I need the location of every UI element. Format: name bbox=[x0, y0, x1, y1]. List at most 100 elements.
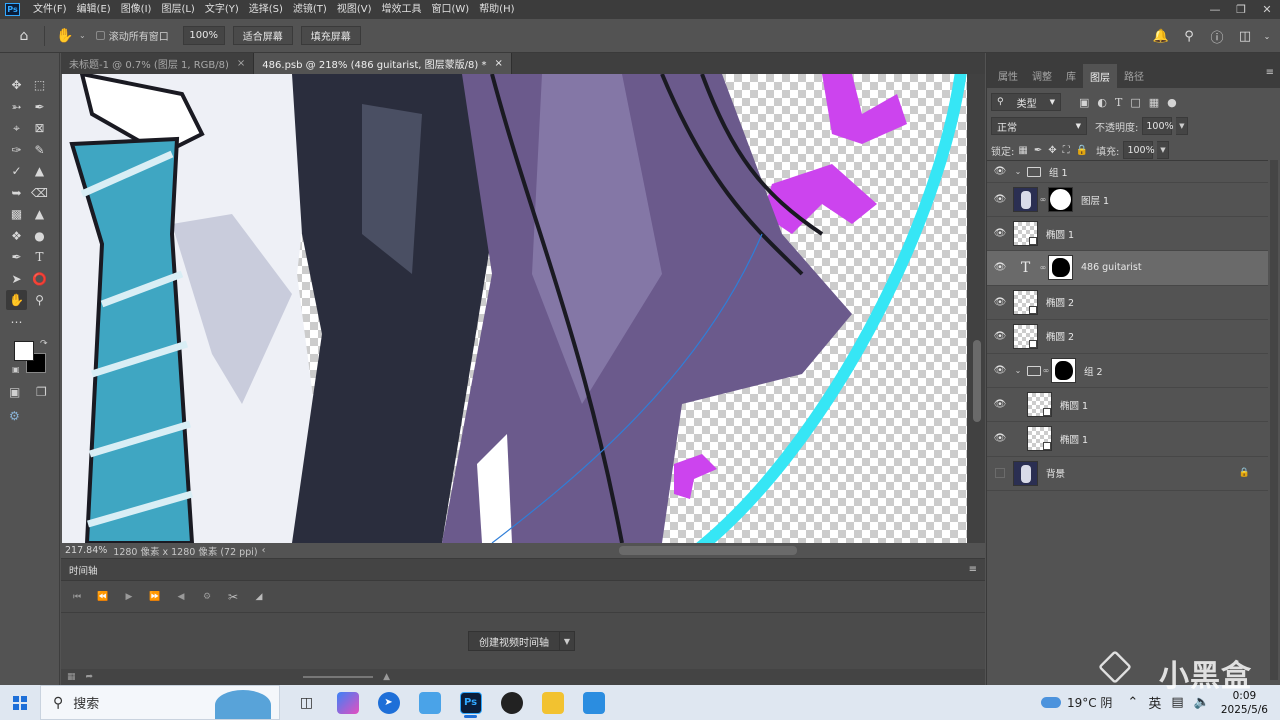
tab-properties[interactable]: 属性 bbox=[991, 64, 1025, 86]
menu-help[interactable]: 帮助(H) bbox=[474, 0, 519, 19]
adjustment-filter-icon[interactable]: ◐ bbox=[1097, 96, 1107, 109]
obs-icon[interactable] bbox=[491, 685, 532, 720]
panel-menu-icon[interactable]: ≡ bbox=[1266, 67, 1274, 78]
chevron-down-icon[interactable]: ⌄ bbox=[1262, 25, 1272, 47]
bell-icon[interactable]: 🔔 bbox=[1150, 25, 1172, 47]
doc-tab-untitled[interactable]: 未标题-1 @ 0.7% (图层 1, RGB/8) × bbox=[61, 53, 255, 74]
home-icon[interactable]: ⌂ bbox=[10, 23, 38, 49]
gradient-tool-icon[interactable]: ▩ bbox=[6, 204, 27, 224]
split-scissors-icon[interactable]: ✂ bbox=[223, 587, 243, 607]
go-to-first-frame-icon[interactable]: ⏮ bbox=[67, 587, 87, 607]
volume-icon[interactable]: 🔈 bbox=[1194, 695, 1210, 710]
layer-item[interactable]: 👁 椭圆 2 bbox=[987, 320, 1268, 354]
shape-filter-icon[interactable]: □ bbox=[1130, 96, 1140, 109]
layers-scrollbar[interactable] bbox=[1270, 160, 1278, 680]
menu-window[interactable]: 窗口(W) bbox=[426, 0, 474, 19]
history-brush-tool-icon[interactable]: ➥ bbox=[6, 183, 27, 203]
type-filter-icon[interactable]: T bbox=[1115, 96, 1122, 109]
layer-filter-select[interactable]: ⚲ 类型 ▼ bbox=[991, 93, 1061, 111]
hand-tool-icon[interactable]: ✋ bbox=[51, 23, 79, 49]
tab-paths[interactable]: 路径 bbox=[1117, 64, 1151, 86]
network-icon[interactable]: ▤ bbox=[1171, 695, 1183, 710]
fill-screen-button[interactable]: 填充屏幕 bbox=[300, 26, 361, 45]
ime-indicator[interactable]: 英 bbox=[1148, 693, 1161, 712]
tab-libraries[interactable]: 库 bbox=[1059, 64, 1083, 86]
layer-background[interactable]: 背景 🔒 bbox=[987, 457, 1268, 491]
link-icon[interactable]: ∞ bbox=[1041, 366, 1051, 375]
smart-object-filter-icon[interactable]: ▦ bbox=[1149, 96, 1159, 109]
eye-icon[interactable]: 👁 bbox=[987, 433, 1013, 444]
taskbar-search[interactable]: ⚲ 搜索 bbox=[40, 685, 280, 720]
menu-plugins[interactable]: 增效工具 bbox=[376, 0, 426, 19]
tab-adjustments[interactable]: 调整 bbox=[1025, 64, 1059, 86]
horizontal-scrollbar[interactable] bbox=[619, 546, 797, 555]
menu-image[interactable]: 图像(I) bbox=[116, 0, 157, 19]
dodge-tool-icon[interactable]: ❖ bbox=[6, 226, 27, 246]
chevron-down-icon[interactable]: ▼ bbox=[1176, 117, 1189, 135]
pen-tool-icon[interactable]: ✒ bbox=[6, 247, 27, 267]
chevron-down-icon[interactable]: ⌄ bbox=[1013, 366, 1023, 375]
task-view-icon[interactable]: ◫ bbox=[286, 685, 327, 720]
close-icon[interactable]: × bbox=[494, 58, 502, 69]
workspace-icon[interactable]: ◫ bbox=[1234, 25, 1256, 47]
panel-menu-icon[interactable]: ≡ bbox=[969, 564, 977, 575]
pixel-filter-icon[interactable]: ▣ bbox=[1079, 96, 1089, 109]
menu-edit[interactable]: 编辑(E) bbox=[72, 0, 116, 19]
timeline-title[interactable]: 时间轴 bbox=[69, 563, 98, 577]
layer-mask-thumbnail[interactable] bbox=[1051, 358, 1076, 384]
quick-select-tool-icon[interactable]: ✒ bbox=[29, 97, 50, 117]
create-video-timeline-button[interactable]: 创建视频时间轴 bbox=[468, 631, 560, 651]
layer-mask-thumbnail[interactable] bbox=[1048, 255, 1073, 281]
lock-icon[interactable]: 🔒 bbox=[1239, 468, 1250, 478]
hand-tool-icon[interactable]: ✋ bbox=[6, 290, 27, 310]
transition-icon[interactable]: ◢ bbox=[249, 587, 269, 607]
copilot-icon[interactable] bbox=[327, 685, 368, 720]
more-tools-icon[interactable]: ⋯ bbox=[6, 312, 27, 332]
lock-position-icon[interactable]: ✥ bbox=[1048, 145, 1056, 156]
previous-frame-icon[interactable]: ⏪ bbox=[93, 587, 113, 607]
eraser-tool-icon[interactable]: ⌫ bbox=[29, 183, 50, 203]
chevron-down-icon[interactable]: ▼ bbox=[560, 631, 575, 651]
stamp-tool-icon[interactable]: ▲ bbox=[29, 161, 50, 181]
eye-icon[interactable]: 👁 bbox=[987, 262, 1013, 273]
tab-layers[interactable]: 图层 bbox=[1083, 64, 1117, 88]
crop-tool-icon[interactable]: ⌖ bbox=[6, 118, 27, 138]
path-select-tool-icon[interactable]: ➤ bbox=[6, 269, 27, 289]
menu-filter[interactable]: 滤镜(T) bbox=[288, 0, 332, 19]
menu-view[interactable]: 视图(V) bbox=[332, 0, 377, 19]
menu-file[interactable]: 文件(F) bbox=[28, 0, 72, 19]
screen-mode-icon[interactable]: ❐ bbox=[36, 385, 47, 399]
chevron-down-icon[interactable]: ▼ bbox=[1157, 141, 1170, 159]
layer-item[interactable]: 👁 椭圆 1 bbox=[987, 422, 1268, 457]
eyedropper-tool-icon[interactable]: ✑ bbox=[6, 140, 27, 160]
layer-item[interactable]: 👁 椭圆 1 bbox=[987, 388, 1268, 423]
layer-group-1[interactable]: 👁 ⌄ 组 1 bbox=[987, 161, 1268, 183]
eye-icon[interactable]: 👁 bbox=[987, 297, 1013, 308]
layer-item-selected[interactable]: 👁 T ∞ 486 guitarist bbox=[987, 251, 1268, 286]
opacity-field[interactable]: 100% bbox=[1142, 117, 1174, 135]
eye-icon[interactable]: 👁 bbox=[987, 399, 1013, 410]
scroll-all-windows-checkbox[interactable]: 滚动所有窗口 bbox=[95, 28, 169, 43]
color-swatches[interactable]: ↷ ▣ bbox=[12, 339, 52, 375]
default-colors-icon[interactable]: ▣ bbox=[12, 365, 20, 374]
vertical-scrollbar[interactable] bbox=[973, 340, 981, 422]
settings-icon[interactable]: ⚙ bbox=[197, 587, 217, 607]
frame-tool-icon[interactable]: ⊠ bbox=[29, 118, 50, 138]
app-blue-folder-icon[interactable] bbox=[409, 685, 450, 720]
eye-icon[interactable]: 👁 bbox=[987, 228, 1013, 239]
zoom-100-button[interactable]: 100% bbox=[182, 26, 225, 45]
blend-mode-select[interactable]: 正常 ▼ bbox=[991, 117, 1087, 135]
zoom-in-mountains-icon[interactable]: ▲ bbox=[383, 672, 390, 682]
healing-brush-tool-icon[interactable]: ✎ bbox=[29, 140, 50, 160]
chevron-down-icon[interactable]: ⌄ bbox=[79, 31, 86, 40]
convert-icon[interactable]: ➦ bbox=[86, 672, 94, 682]
audio-icon[interactable]: ◀ bbox=[171, 587, 191, 607]
clock[interactable]: 0:09 2025/5/6 bbox=[1221, 689, 1268, 717]
brush-tool-icon[interactable]: ✓ bbox=[6, 161, 27, 181]
lock-transparent-icon[interactable]: ▦ bbox=[1018, 145, 1027, 156]
menu-layer[interactable]: 图层(L) bbox=[156, 0, 199, 19]
lock-pixels-icon[interactable]: ✒ bbox=[1034, 145, 1042, 156]
checkbox-box[interactable] bbox=[95, 31, 105, 40]
eye-icon[interactable]: 👁 bbox=[987, 331, 1013, 342]
eye-icon[interactable]: 👁 bbox=[987, 194, 1013, 205]
